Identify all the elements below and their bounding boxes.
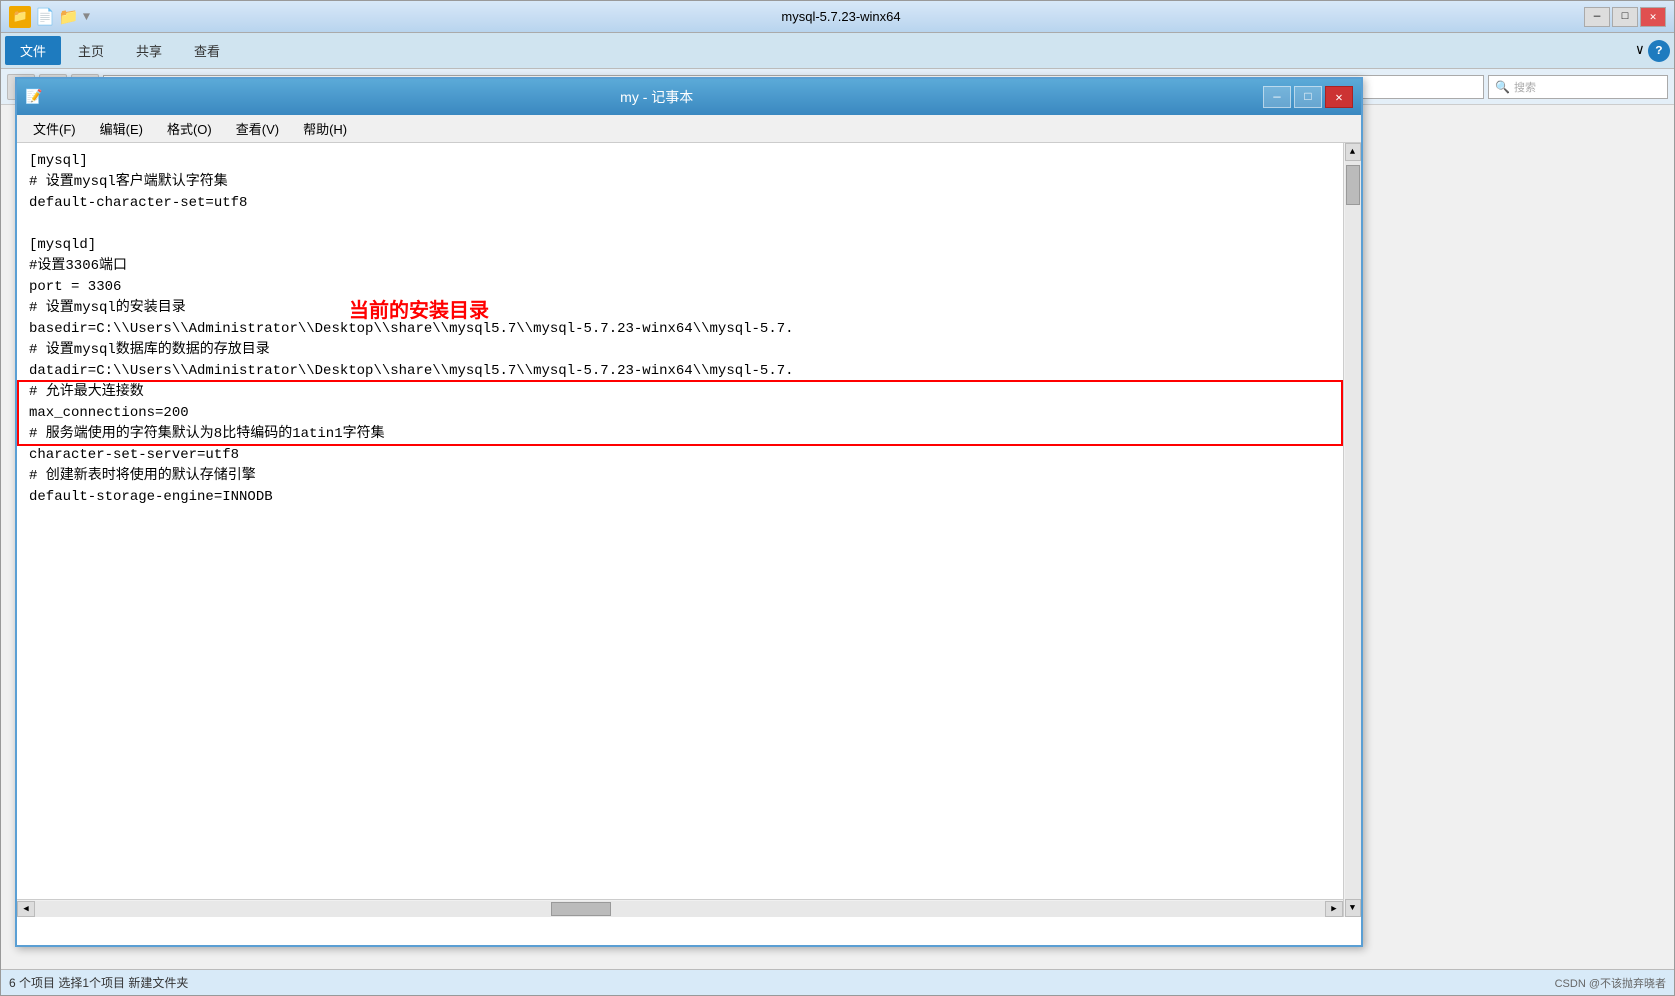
folder-icon: 📁: [9, 6, 31, 28]
menu-format[interactable]: 格式(O): [157, 117, 222, 140]
scroll-down-button[interactable]: ▼: [1345, 899, 1361, 917]
ribbon-right-controls: ∨ ?: [1636, 40, 1670, 62]
explorer-statusbar: 6 个项目 选择1个项目 新建文件夹 CSDN @不该抛弃晓者: [1, 969, 1674, 995]
line-text-3: default-character-set=utf8: [29, 195, 247, 211]
line-text-7: port = 3306: [29, 279, 121, 295]
line-text-12: # 允许最大连接数: [29, 384, 144, 400]
menu-edit[interactable]: 编辑(E): [90, 117, 153, 140]
line-text-2: # 设置mysql客户端默认字符集: [29, 174, 228, 190]
vertical-scrollbar[interactable]: ▲ ▼: [1343, 143, 1361, 917]
ribbon-tab-view[interactable]: 查看: [179, 36, 235, 65]
line-text-11: datadir=C:\\Users\\Administrator\\Deskto…: [29, 363, 794, 379]
scroll-up-button[interactable]: ▲: [1345, 143, 1361, 161]
notepad-menubar: 文件(F) 编辑(E) 格式(O) 查看(V) 帮助(H): [17, 115, 1361, 143]
scroll-track[interactable]: [1345, 161, 1361, 899]
line-row-1: [mysql]: [29, 151, 1331, 172]
line-row-14: # 服务端使用的字符集默认为8比特编码的1atin1字符集: [29, 424, 1331, 445]
line-row-6: #设置3306端口: [29, 256, 1331, 277]
explorer-window-controls: — □ ✕: [1584, 7, 1666, 27]
line-text-1: [mysql]: [29, 153, 88, 169]
menu-file[interactable]: 文件(F): [23, 117, 86, 140]
line-text-15: character-set-server=utf8: [29, 447, 239, 463]
toolbar-separator: ▼: [83, 10, 90, 24]
line-text-13: max_connections=200: [29, 405, 189, 421]
search-placeholder: 搜索: [1514, 79, 1536, 95]
line-row-5: [mysqld]: [29, 235, 1331, 256]
line-row-10: # 设置mysql数据库的数据的存放目录: [29, 340, 1331, 361]
ribbon-tab-file[interactable]: 文件: [5, 36, 61, 65]
toolbar-icon-1: 📄: [35, 7, 55, 27]
notepad-title: my - 记事本: [50, 87, 1263, 107]
line-row-7: port = 3306: [29, 277, 1331, 298]
line-row-2: # 设置mysql客户端默认字符集: [29, 172, 1331, 193]
scroll-left-button[interactable]: ◀: [17, 901, 35, 917]
toolbar-icon-2: 📁: [59, 7, 79, 27]
line-row-9: basedir=C:\\Users\\Administrator\\Deskto…: [29, 319, 1331, 340]
line-row-13: max_connections=200: [29, 403, 1331, 424]
line-row-3: default-character-set=utf8: [29, 193, 1331, 214]
menu-view[interactable]: 查看(V): [226, 117, 289, 140]
status-left: 6 个项目 选择1个项目 新建文件夹: [9, 974, 188, 991]
line-row-8: # 设置mysql的安装目录当前的安装目录: [29, 298, 1331, 319]
horizontal-scrollbar[interactable]: ◀ ▶: [17, 899, 1343, 917]
explorer-minimize-button[interactable]: —: [1584, 7, 1610, 27]
line-row-11: datadir=C:\\Users\\Administrator\\Deskto…: [29, 361, 1331, 382]
notepad-window: 📝 my - 记事本 — □ ✕ 文件(F) 编辑(E) 格式(O) 查看(V)…: [15, 77, 1363, 947]
notepad-content-area: [mysql] # 设置mysql客户端默认字符集 default-characte…: [17, 143, 1361, 917]
help-button[interactable]: ?: [1648, 40, 1670, 62]
annotation-label: 当前的安装目录: [349, 296, 489, 326]
scroll-h-thumb[interactable]: [551, 902, 611, 916]
notepad-window-controls: — □ ✕: [1263, 86, 1353, 108]
line-text-17: default-storage-engine=INNODB: [29, 489, 273, 505]
status-right: CSDN @不该抛弃晓者: [1555, 975, 1666, 991]
line-row-16: # 创建新表时将使用的默认存储引擎: [29, 466, 1331, 487]
explorer-close-button[interactable]: ✕: [1640, 7, 1666, 27]
notepad-titlebar: 📝 my - 记事本 — □ ✕: [17, 79, 1361, 115]
explorer-window: 📁 📄 📁 ▼ mysql-5.7.23-winx64 — □ ✕ 文件 主页 …: [0, 0, 1675, 996]
line-text-10: # 设置mysql数据库的数据的存放目录: [29, 342, 270, 358]
line-row-12: # 允许最大连接数: [29, 382, 1331, 403]
line-text-8: # 设置mysql的安装目录: [29, 300, 186, 316]
line-row-17: default-storage-engine=INNODB: [29, 487, 1331, 508]
line-text-5: [mysqld]: [29, 237, 96, 253]
menu-help[interactable]: 帮助(H): [293, 117, 357, 140]
line-text-16: # 创建新表时将使用的默认存储引擎: [29, 468, 256, 484]
line-text-6: #设置3306端口: [29, 258, 127, 274]
explorer-titlebar-icons: 📁 📄 📁 ▼: [9, 6, 90, 28]
text-content[interactable]: [mysql] # 设置mysql客户端默认字符集 default-characte…: [17, 143, 1343, 899]
explorer-titlebar: 📁 📄 📁 ▼ mysql-5.7.23-winx64 — □ ✕: [1, 1, 1674, 33]
explorer-maximize-button[interactable]: □: [1612, 7, 1638, 27]
notepad-minimize-button[interactable]: —: [1263, 86, 1291, 108]
scroll-thumb[interactable]: [1346, 165, 1360, 205]
line-row-4: [29, 214, 1331, 235]
search-icon: 🔍: [1495, 80, 1510, 94]
ribbon-tab-home[interactable]: 主页: [63, 36, 119, 65]
scroll-right-button[interactable]: ▶: [1325, 901, 1343, 917]
explorer-title: mysql-5.7.23-winx64: [98, 9, 1584, 24]
line-text-14: # 服务端使用的字符集默认为8比特编码的1atin1字符集: [29, 426, 385, 442]
explorer-ribbon: 文件 主页 共享 查看 ∨ ?: [1, 33, 1674, 69]
line-row-15: character-set-server=utf8: [29, 445, 1331, 466]
ribbon-tab-share[interactable]: 共享: [121, 36, 177, 65]
scroll-h-track[interactable]: [35, 901, 1325, 917]
ribbon-chevron-icon[interactable]: ∨: [1636, 42, 1644, 59]
search-bar[interactable]: 🔍 搜索: [1488, 75, 1668, 99]
notepad-close-button[interactable]: ✕: [1325, 86, 1353, 108]
notepad-document-icon: 📝: [25, 89, 42, 106]
notepad-maximize-button[interactable]: □: [1294, 86, 1322, 108]
